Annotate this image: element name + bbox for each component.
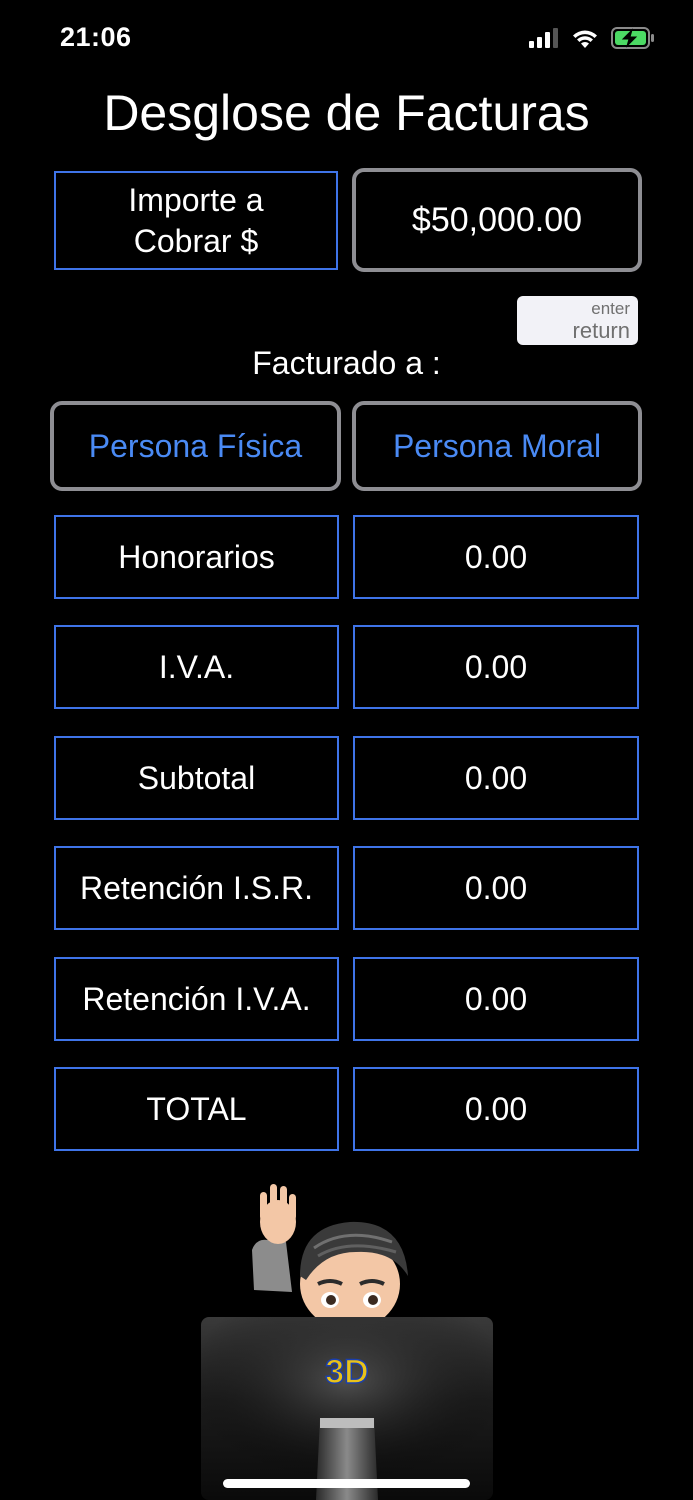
subtotal-label: Subtotal — [54, 736, 339, 820]
persona-moral-button[interactable]: Persona Moral — [352, 401, 642, 491]
retencion-iva-label: Retención I.V.A. — [54, 957, 339, 1041]
return-key-line2: return — [572, 318, 630, 343]
total-value: 0.00 — [353, 1067, 639, 1151]
amount-label: Importe a Cobrar $ — [54, 171, 338, 270]
total-label: TOTAL — [54, 1067, 339, 1151]
wifi-icon — [573, 30, 597, 48]
persona-fisica-button[interactable]: Persona Física — [50, 401, 341, 491]
retencion-isr-value: 0.00 — [353, 846, 639, 930]
facturado-label: Facturado a : — [252, 345, 441, 381]
battery-charging-icon — [611, 27, 654, 49]
status-icons — [529, 26, 655, 50]
memoji-computer-illustration: 3D — [201, 1184, 493, 1500]
amount-input[interactable]: $50,000.00 — [352, 168, 642, 272]
retencion-isr-label: Retención I.S.R. — [54, 846, 339, 930]
logo-3d: 3D — [325, 1353, 368, 1391]
cellular-signal-icon — [529, 28, 558, 48]
keyboard-return-key[interactable]: enter return — [517, 296, 638, 345]
page-title: Desglose de Facturas — [103, 85, 590, 141]
retencion-iva-value: 0.00 — [353, 957, 639, 1041]
home-indicator — [223, 1479, 470, 1488]
iva-value: 0.00 — [353, 625, 639, 709]
return-key-line1: enter — [591, 299, 630, 318]
subtotal-value: 0.00 — [353, 736, 639, 820]
honorarios-value: 0.00 — [353, 515, 639, 599]
status-time: 21:06 — [60, 22, 132, 52]
honorarios-label: Honorarios — [54, 515, 339, 599]
iva-label: I.V.A. — [54, 625, 339, 709]
